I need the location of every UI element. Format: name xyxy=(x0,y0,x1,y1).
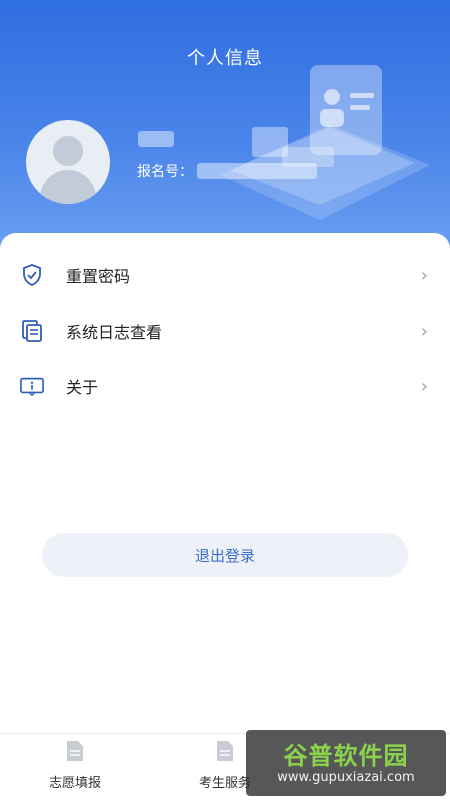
menu-item-label: 重置密码 xyxy=(66,267,131,286)
settings-card: 重置密码 › 系统日志查看 › 关于 › 退出登录 xyxy=(0,233,450,733)
watermark-title: 谷普软件园 xyxy=(283,742,409,770)
menu-item-reset-password[interactable]: 重置密码 › xyxy=(0,247,450,303)
logout-button[interactable]: 退出登录 xyxy=(42,533,408,577)
shield-check-icon xyxy=(23,264,41,286)
avatar-head-shape xyxy=(53,136,83,166)
info-icon xyxy=(20,377,44,397)
registration-number-redacted xyxy=(197,163,317,179)
watermark-url: www.gupuxiazai.com xyxy=(277,770,415,785)
chevron-right-icon: › xyxy=(420,375,428,397)
document-icon xyxy=(217,741,233,761)
menu-item-label: 系统日志查看 xyxy=(66,323,163,342)
registration-number-row: 报名号： xyxy=(137,161,317,181)
tab-label: 志愿填报 xyxy=(48,776,101,791)
registration-number-label: 报名号： xyxy=(137,164,193,180)
document-list-icon xyxy=(22,320,42,342)
user-name-redacted xyxy=(138,131,174,147)
chevron-right-icon: › xyxy=(420,264,428,286)
id-card-illustration-icon xyxy=(220,65,430,220)
avatar[interactable] xyxy=(26,120,110,204)
menu-item-about[interactable]: 关于 › xyxy=(0,358,450,414)
document-icon xyxy=(67,741,83,761)
site-watermark: 谷普软件园 www.gupuxiazai.com xyxy=(246,730,446,796)
menu-item-system-log[interactable]: 系统日志查看 › xyxy=(0,303,450,359)
profile-header: 个人信息 报名号： xyxy=(0,0,450,250)
tab-application[interactable]: 志愿填报 xyxy=(0,734,150,801)
chevron-right-icon: › xyxy=(420,320,428,342)
avatar-body-shape xyxy=(40,170,96,204)
menu-item-label: 关于 xyxy=(66,378,99,397)
